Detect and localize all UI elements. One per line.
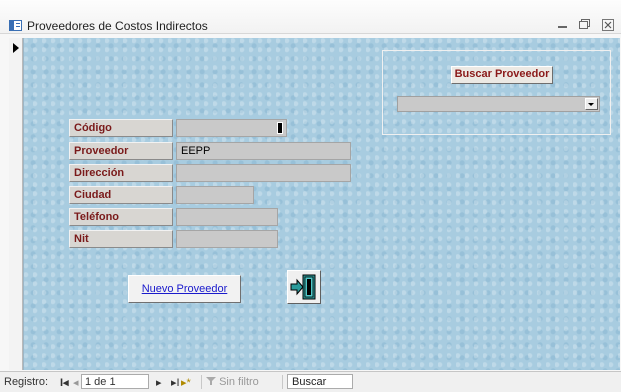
nit-label: Nit [69, 230, 173, 248]
nuevo-proveedor-button[interactable]: Nuevo Proveedor [128, 275, 241, 303]
window-title: Proveedores de Costos Indirectos [27, 19, 208, 33]
nit-field[interactable] [176, 230, 278, 248]
proveedor-field[interactable]: EEPP [176, 142, 351, 160]
current-record-field[interactable]: 1 de 1 [81, 374, 149, 389]
telefono-label: Teléfono [69, 208, 173, 226]
funnel-icon [206, 377, 216, 385]
close-button[interactable] [597, 16, 619, 34]
filter-label: Sin filtro [219, 376, 259, 388]
next-record-icon[interactable]: ▸ [156, 376, 162, 389]
combo-dropdown-icon[interactable] [585, 98, 598, 110]
filter-button[interactable]: Sin filtro [206, 376, 259, 388]
separator [282, 375, 283, 389]
navbar-search-field[interactable]: Buscar [287, 374, 353, 389]
current-record-arrow-icon [13, 43, 19, 53]
ciudad-label: Ciudad [69, 186, 173, 204]
last-record-icon[interactable]: ▸I [171, 376, 180, 389]
codigo-label: Código [69, 119, 173, 137]
previous-record-icon[interactable]: ◂ [73, 376, 79, 389]
telefono-field[interactable] [176, 208, 278, 226]
codigo-field[interactable] [176, 119, 287, 137]
form-icon [9, 20, 22, 31]
first-record-icon[interactable]: I◂ [60, 376, 69, 389]
maximize-icon [578, 21, 588, 29]
new-record-icon[interactable]: ▸* [181, 376, 191, 389]
text-cursor [277, 122, 283, 134]
separator [201, 375, 202, 389]
direccion-field[interactable] [176, 164, 351, 182]
form-body: Buscar Proveedor Código Proveedor EEPP D… [23, 38, 620, 370]
buscar-proveedor-button[interactable]: Buscar Proveedor [451, 66, 553, 84]
record-selector[interactable] [9, 38, 23, 370]
title-bar: Proveedores de Costos Indirectos [0, 0, 621, 34]
exit-button[interactable] [287, 270, 321, 304]
maximize-button[interactable] [572, 16, 594, 34]
record-navigation-bar: Registro: I◂ ◂ 1 de 1 ▸ ▸I ▸* Sin filtro… [0, 371, 621, 392]
registro-label: Registro: [4, 376, 49, 388]
proveedor-search-combo[interactable] [397, 96, 600, 112]
close-icon [602, 19, 614, 31]
minimize-icon [557, 26, 567, 28]
minimize-button[interactable] [551, 16, 573, 34]
ciudad-field[interactable] [176, 186, 254, 204]
direccion-label: Dirección [69, 164, 173, 182]
exit-door-icon [290, 274, 316, 300]
search-panel: Buscar Proveedor [382, 50, 611, 135]
app-window: Proveedores de Costos Indirectos Buscar … [0, 0, 621, 392]
proveedor-label: Proveedor [69, 142, 173, 160]
